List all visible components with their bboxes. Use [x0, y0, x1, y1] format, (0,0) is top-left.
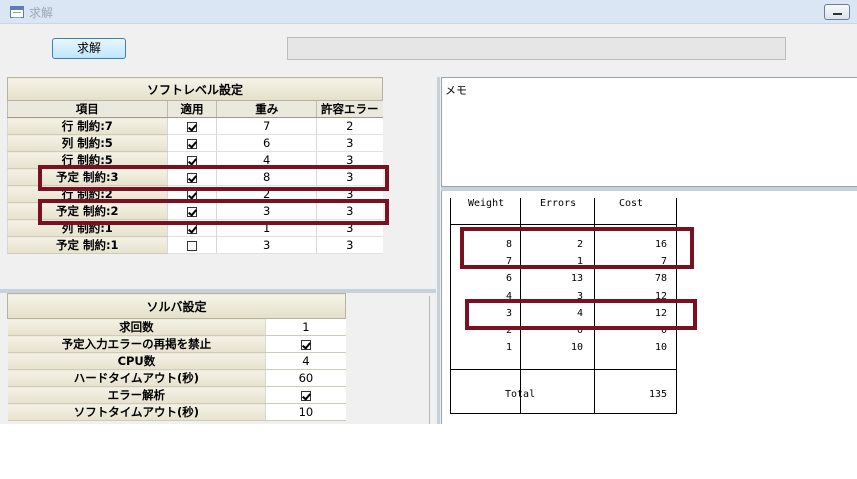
soft-level-row[interactable]: 列 制約:5 6 3 [7, 134, 383, 152]
soft-level-row[interactable]: 行 制約:7 7 2 [7, 117, 383, 135]
solver-setting-check-cell [265, 335, 346, 353]
highlight-box-constraint-3 [38, 165, 389, 191]
vertical-splitter[interactable] [437, 77, 440, 424]
apply-checkbox[interactable] [186, 121, 197, 132]
result-weight-value: 6 [505, 273, 512, 284]
result-header-errors: Errors [540, 198, 577, 209]
apply-cell [166, 236, 217, 254]
solver-setting-value[interactable]: 60 [265, 369, 346, 387]
allowed-errors-cell[interactable]: 3 [316, 134, 383, 152]
result-cost-value: 10 [654, 342, 667, 353]
soft-column-header[interactable]: 許容エラー [316, 100, 383, 118]
solver-setting-row[interactable]: ハードタイムアウト(秒) 60 [7, 369, 346, 387]
result-header-weight: Weight [468, 198, 505, 209]
solver-setting-row[interactable]: ソフトタイムアウト(秒) 10 [7, 403, 346, 421]
solver-setting-value[interactable]: 1 [265, 318, 346, 336]
solve-button[interactable]: 求解 [52, 38, 126, 59]
allowed-errors-cell[interactable]: 2 [316, 117, 383, 135]
apply-checkbox[interactable] [186, 138, 197, 149]
soft-level-row[interactable]: 予定 制約:1 3 3 [7, 236, 383, 254]
minimize-button[interactable] [824, 4, 850, 20]
constraint-name: 列 制約:5 [7, 134, 168, 152]
highlight-box-weight-3 [465, 299, 697, 330]
result-rule [521, 224, 594, 225]
solver-settings-title: ソルバ設定 [7, 293, 346, 319]
solver-setting-check-cell [265, 386, 346, 404]
progress-bar [287, 37, 786, 60]
result-errors-value: 10 [570, 342, 583, 353]
weight-cell[interactable]: 7 [216, 117, 317, 135]
allowed-errors-cell[interactable]: 3 [316, 236, 383, 254]
solver-setting-checkbox[interactable] [300, 390, 311, 401]
apply-cell [166, 117, 217, 135]
soft-level-title: ソフトレベル設定 [7, 77, 383, 101]
solver-setting-row[interactable]: 予定入力エラーの再掲を禁止 [7, 335, 346, 353]
soft-column-header[interactable]: 項目 [7, 100, 168, 118]
solver-setting-value[interactable]: 10 [265, 403, 346, 421]
apply-checkbox[interactable] [186, 189, 197, 200]
window-title: 求解 [29, 6, 54, 20]
divider-line [429, 296, 430, 424]
result-total-label: Total [505, 389, 536, 400]
result-rule [451, 413, 676, 414]
solver-settings-grid: ソルバ設定 求回数 1 予定入力エラーの再掲を禁止 CPU数 4 ハードタイムアウト(秒)… [7, 293, 346, 421]
soft-column-header[interactable]: 適用 [166, 100, 217, 118]
weight-cell[interactable]: 6 [216, 134, 317, 152]
solver-setting-name: エラー解析 [7, 386, 266, 404]
solver-setting-name: 予定入力エラーの再掲を禁止 [7, 335, 266, 353]
constraint-name: 予定 制約:1 [7, 236, 168, 254]
weight-cell[interactable]: 3 [216, 236, 317, 254]
solve-window: 求解 求解 ソフトレベル設定 項目 適用 重み 許容エラー 行 制約:7 7 2 列 制約:… [0, 0, 857, 424]
result-errors-value: 13 [570, 273, 583, 284]
solver-setting-checkbox[interactable] [300, 339, 311, 350]
solver-setting-row[interactable]: 求回数 1 [7, 318, 346, 336]
result-rule [451, 224, 520, 225]
solver-setting-row[interactable]: エラー解析 [7, 386, 346, 404]
solver-setting-value[interactable]: 4 [265, 352, 346, 370]
result-rule [595, 224, 676, 225]
apply-checkbox[interactable] [186, 155, 197, 166]
result-rule [595, 369, 676, 370]
solver-setting-name: ソフトタイムアウト(秒) [7, 403, 266, 421]
solver-setting-row[interactable]: CPU数 4 [7, 352, 346, 370]
result-rule [521, 369, 594, 370]
highlight-box-constraint-2 [38, 199, 389, 225]
result-header-cost: Cost [619, 198, 644, 209]
memo-label: メモ [445, 84, 467, 97]
result-weight-value: 1 [505, 342, 512, 353]
solver-setting-name: ハードタイムアウト(秒) [7, 369, 266, 387]
result-rule [451, 369, 520, 370]
apply-cell [166, 134, 217, 152]
soft-column-header[interactable]: 重み [216, 100, 317, 118]
result-cost-value: 78 [654, 273, 667, 284]
title-bar: 求解 [0, 0, 857, 24]
highlight-box-weight-8 [460, 227, 694, 269]
memo-textarea[interactable]: メモ [441, 77, 857, 187]
constraint-name: 行 制約:7 [7, 117, 168, 135]
apply-checkbox[interactable] [186, 223, 197, 234]
solver-setting-name: 求回数 [7, 318, 266, 336]
result-total-value: 135 [648, 389, 667, 400]
apply-checkbox[interactable] [186, 240, 197, 251]
solver-setting-name: CPU数 [7, 352, 266, 370]
result-border-left [450, 198, 451, 414]
window-app-icon [10, 6, 24, 18]
